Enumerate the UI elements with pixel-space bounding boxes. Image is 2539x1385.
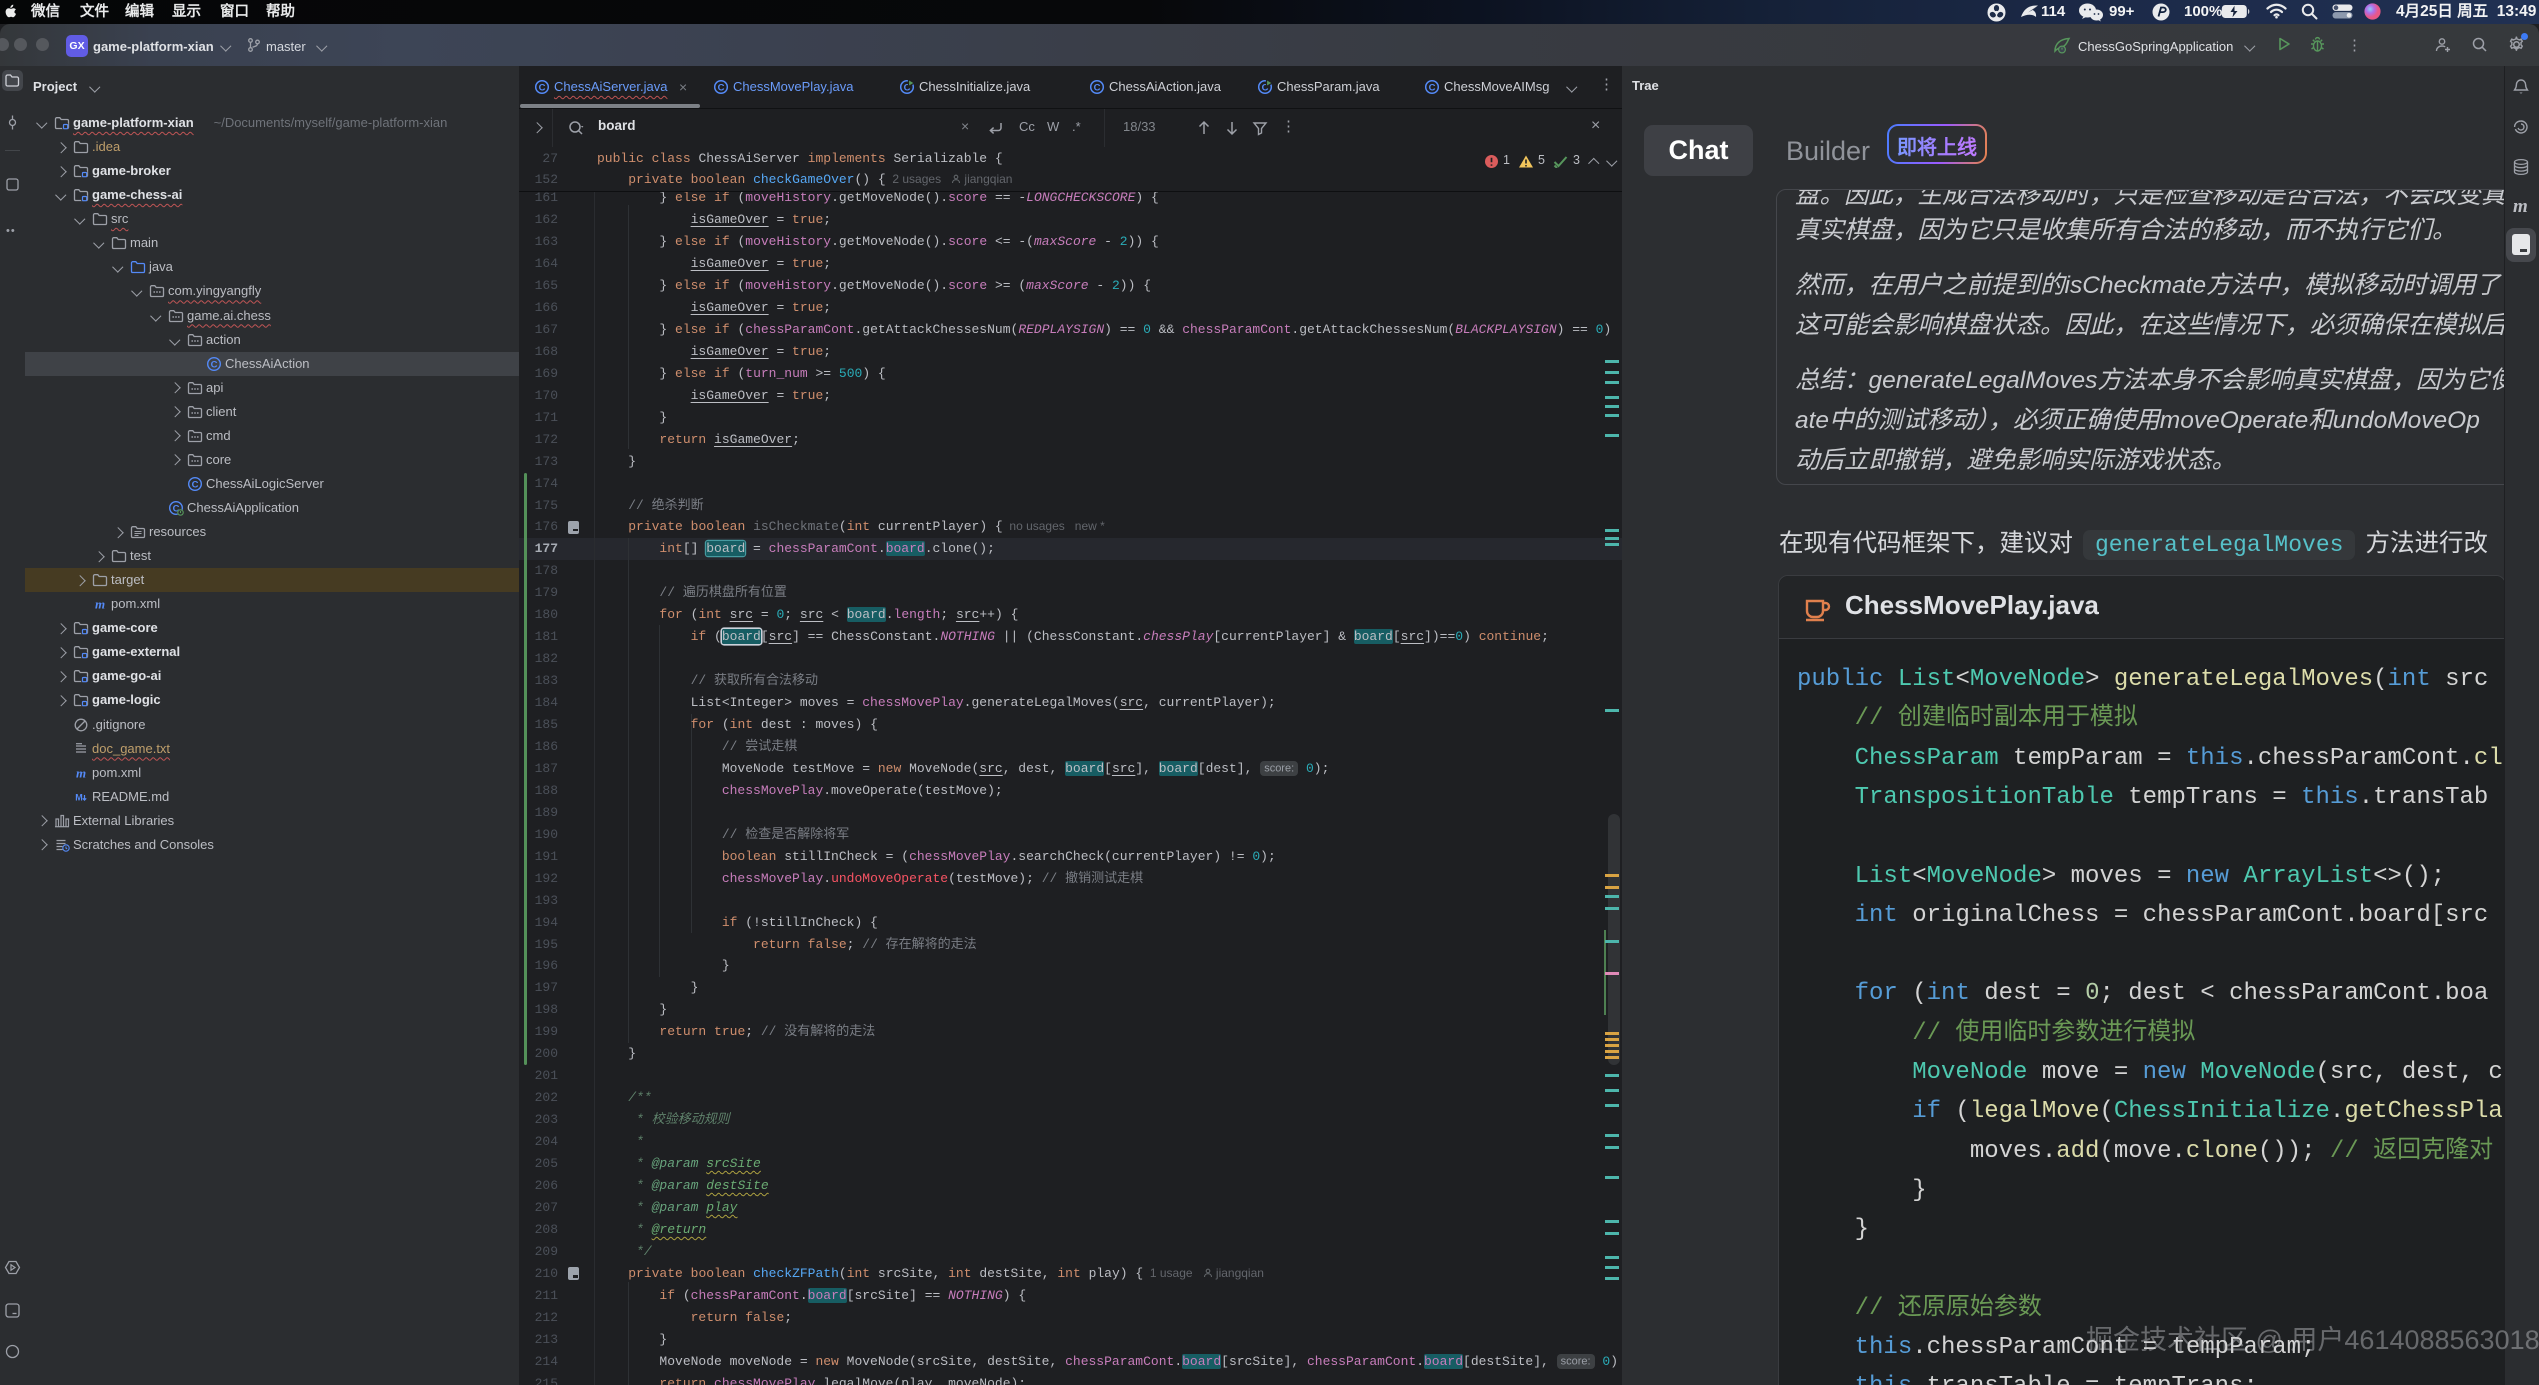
svg-text:C: C — [211, 359, 218, 370]
svg-text:m: m — [76, 765, 86, 780]
svg-text:C: C — [718, 83, 725, 94]
svg-text:C: C — [192, 479, 199, 490]
svg-text:C: C — [1094, 83, 1101, 94]
svg-text:m: m — [95, 597, 105, 612]
svg-text:C: C — [539, 83, 546, 94]
svg-text:M: M — [75, 792, 83, 802]
svg-text:C: C — [1429, 83, 1436, 94]
